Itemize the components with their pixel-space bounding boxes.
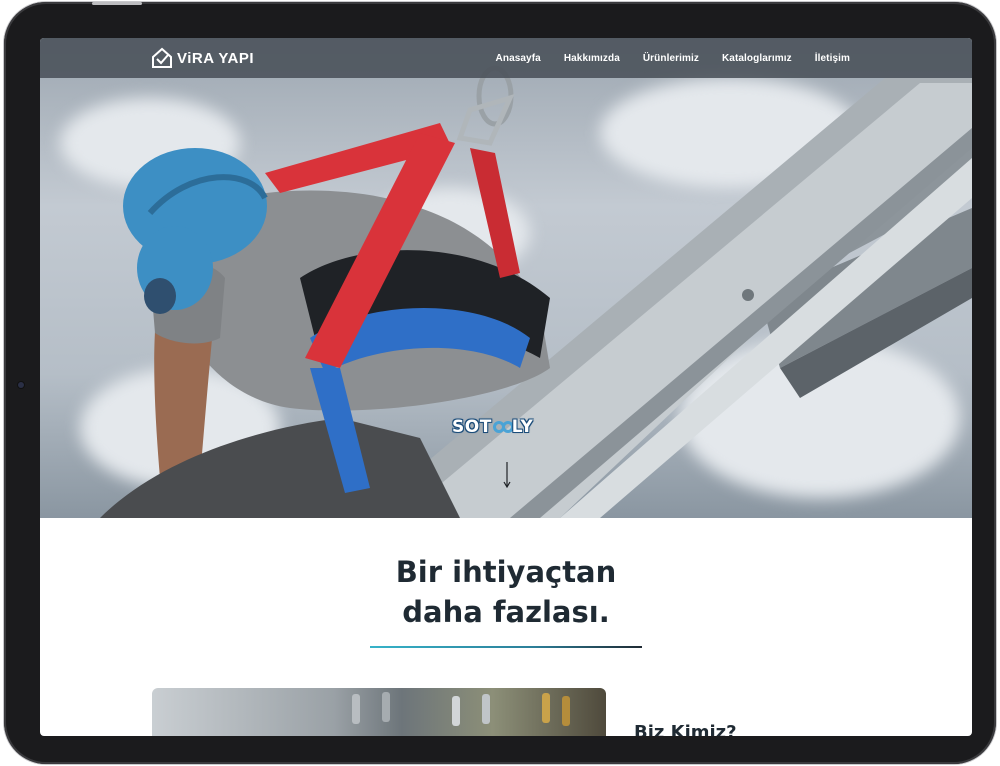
intro-headline: Bir ihtiyaçtan daha fazlası. bbox=[40, 552, 972, 632]
nav-anasayfa[interactable]: Anasayfa bbox=[496, 53, 541, 64]
nav-hakkimizda[interactable]: Hakkımızda bbox=[564, 53, 620, 64]
nav-kataloglarimiz[interactable]: Kataloglarımız bbox=[722, 53, 792, 64]
nav-urunlerimiz[interactable]: Ürünlerimiz bbox=[643, 53, 699, 64]
nav-iletisim[interactable]: İletişim bbox=[815, 53, 850, 64]
logo-text: ViRA YAPI bbox=[177, 49, 255, 67]
section-title: Biz Kimiz? bbox=[634, 722, 737, 736]
house-check-icon bbox=[152, 47, 172, 68]
headline-divider bbox=[370, 646, 642, 648]
tablet-frame: ViRA YAPI Anasayfa Hakkımızda Ürünlerimi… bbox=[4, 2, 996, 764]
infinity-icon bbox=[492, 421, 514, 433]
hero-banner: ViRA YAPI Anasayfa Hakkımızda Ürünlerimi… bbox=[40, 38, 972, 518]
brand-text-right: LY bbox=[511, 417, 534, 437]
headline-line-1: Bir ihtiyaçtan bbox=[395, 555, 617, 589]
camera-icon bbox=[18, 382, 24, 388]
main-nav: Anasayfa Hakkımızda Ürünlerimiz Katalogl… bbox=[496, 38, 850, 78]
arrow-down-icon[interactable] bbox=[502, 462, 512, 488]
website-screen: ViRA YAPI Anasayfa Hakkımızda Ürünlerimi… bbox=[40, 38, 972, 736]
hardware-image bbox=[152, 688, 606, 736]
brand-text-left: SOT bbox=[452, 417, 492, 437]
headline-line-2: daha fazlası. bbox=[402, 595, 610, 629]
worker-on-steel-beam-image bbox=[100, 65, 972, 518]
sotooly-brand-logo: SOT LY bbox=[452, 416, 533, 438]
top-navbar: ViRA YAPI Anasayfa Hakkımızda Ürünlerimi… bbox=[40, 38, 972, 78]
site-logo[interactable]: ViRA YAPI bbox=[151, 45, 254, 71]
tablet-button bbox=[92, 2, 142, 5]
